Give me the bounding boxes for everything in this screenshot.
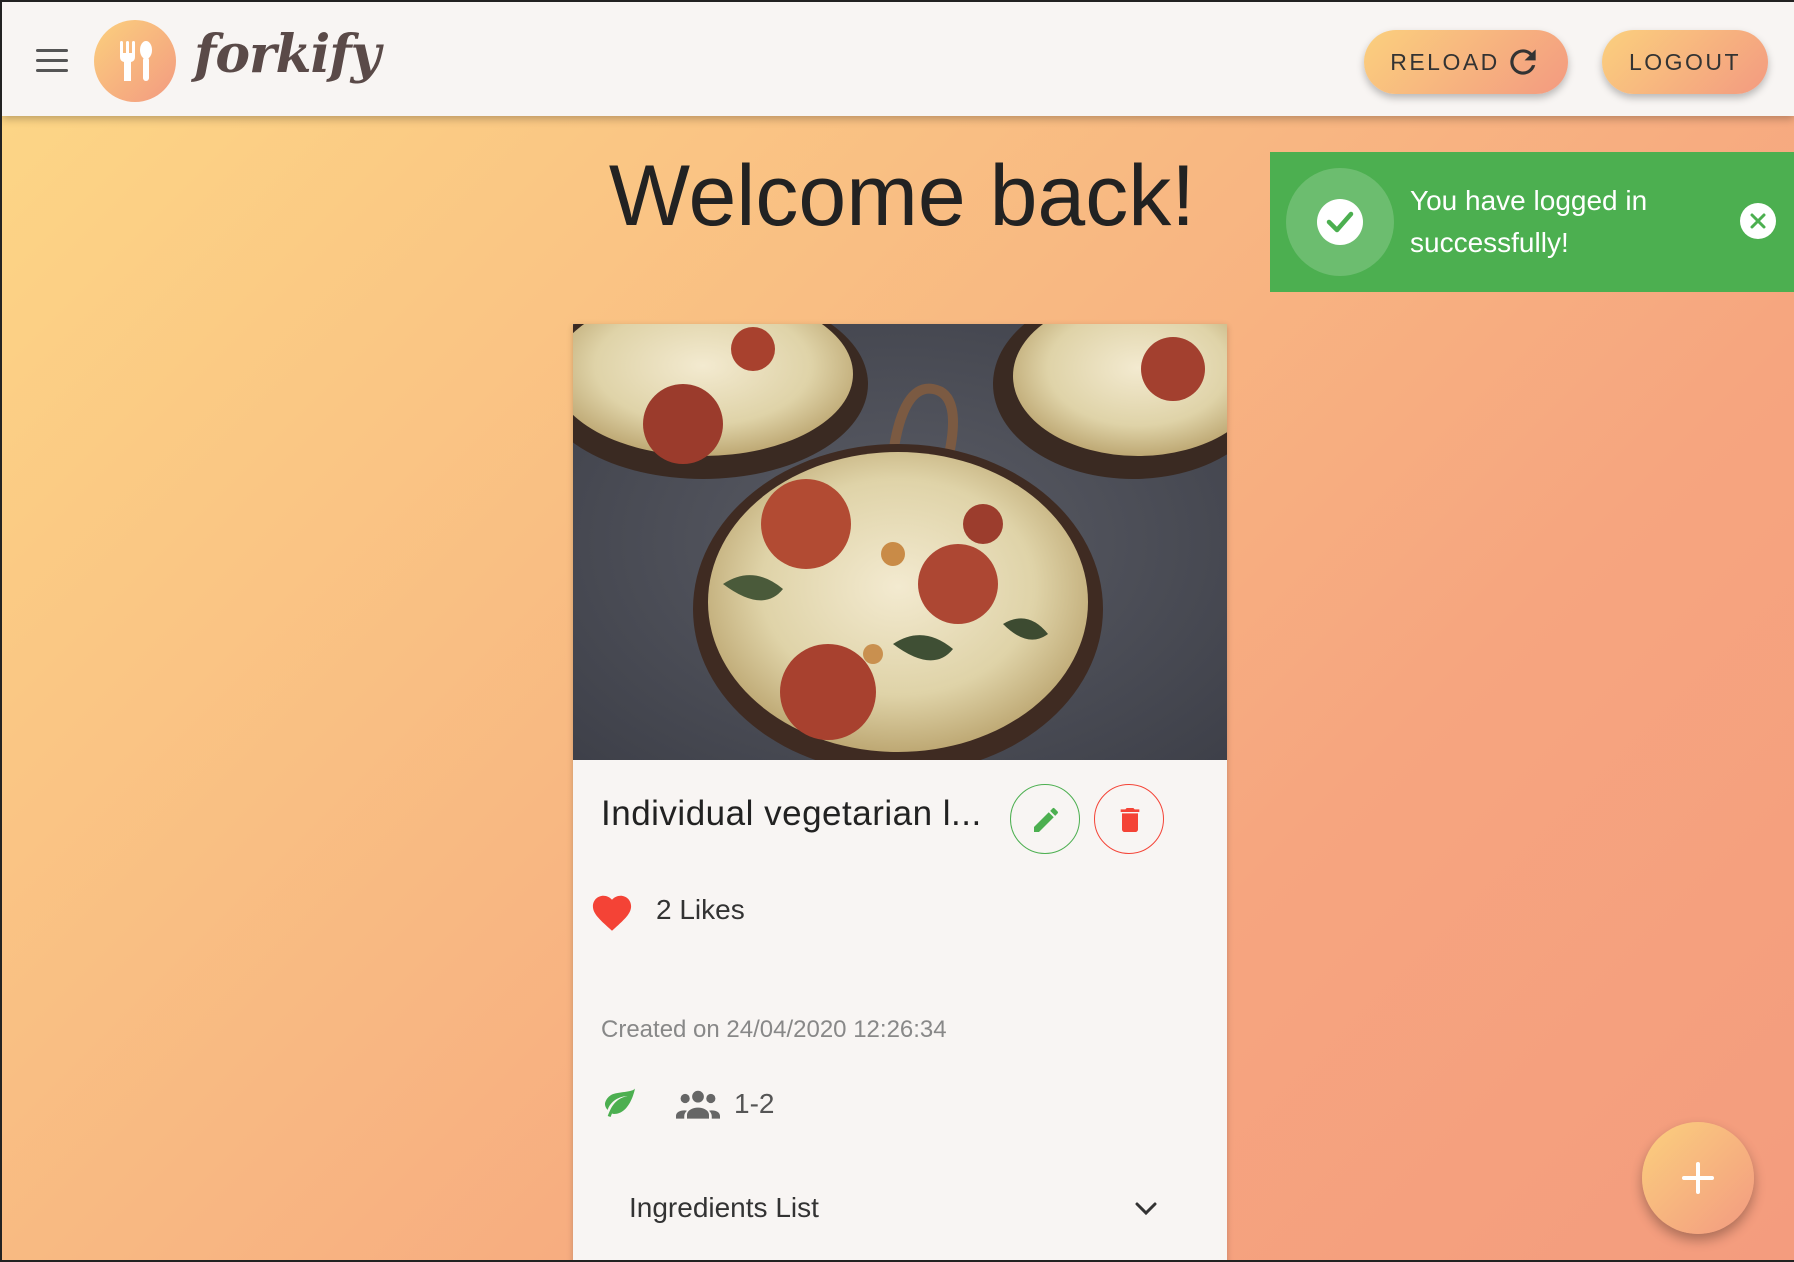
created-date: Created on 24/04/2020 12:26:34 [601, 1016, 947, 1043]
app-window: forkify RELOAD LOGOUT Welcome back! You … [0, 0, 1794, 1262]
plus-icon [1682, 1162, 1714, 1194]
success-toast: You have logged in successfully! [1270, 152, 1794, 292]
logout-button-label: LOGOUT [1628, 48, 1742, 75]
people-icon [676, 1090, 720, 1119]
likes-count: 2 Likes [656, 894, 745, 925]
toast-message: You have logged in successfully! [1410, 185, 1648, 258]
check-circle-icon [1286, 168, 1394, 276]
ingredients-list-label[interactable]: Ingredients List [629, 1192, 819, 1224]
logout-button[interactable]: LOGOUT [1602, 30, 1768, 94]
recipe-image[interactable] [573, 324, 1227, 760]
trash-icon [1120, 808, 1140, 832]
page-title: Welcome back! [608, 148, 1196, 244]
close-icon[interactable] [1740, 203, 1776, 239]
add-recipe-button[interactable] [1642, 1122, 1754, 1234]
logo-icon [94, 20, 176, 102]
reload-button[interactable]: RELOAD [1364, 30, 1568, 94]
vegetarian-leaf-icon [605, 1088, 635, 1117]
chevron-down-icon[interactable] [1133, 1200, 1159, 1218]
recipe-title: Individual vegetarian l... [601, 794, 982, 833]
pencil-icon [1034, 807, 1059, 832]
recipe-card: Individual vegetarian l... 2 Likes Creat… [573, 324, 1227, 1260]
logo-text: forkify [194, 24, 381, 85]
heart-icon[interactable] [589, 890, 635, 932]
edit-button[interactable] [1010, 784, 1080, 854]
hamburger-menu-icon[interactable] [36, 49, 68, 73]
refresh-icon [1510, 49, 1536, 75]
delete-button[interactable] [1094, 784, 1164, 854]
servings-count: 1-2 [734, 1088, 775, 1119]
reload-button-label: RELOAD [1390, 48, 1500, 75]
top-app-bar: forkify RELOAD LOGOUT [2, 2, 1794, 116]
